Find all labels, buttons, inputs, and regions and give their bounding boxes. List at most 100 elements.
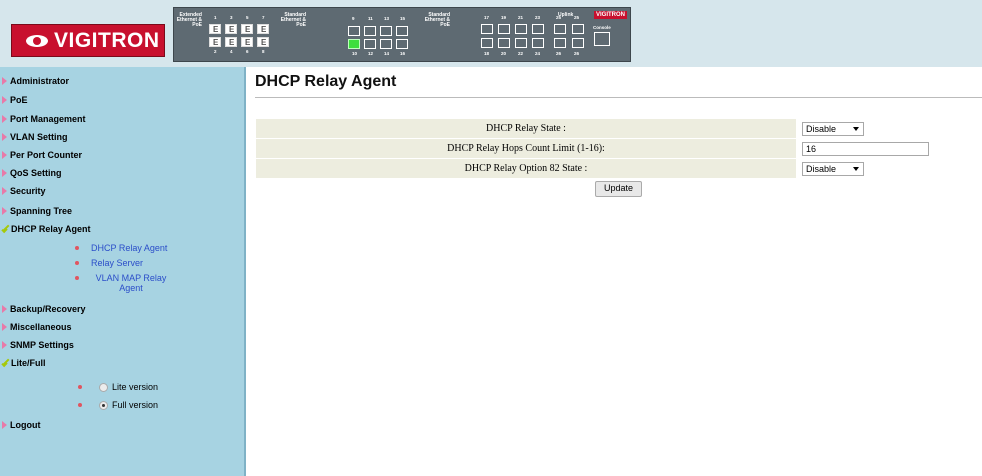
ethernet-port <box>481 24 493 34</box>
port-number: 5 <box>246 15 249 20</box>
sidebar-item-label: Spanning Tree <box>10 205 73 216</box>
lite-version-label: Lite version <box>112 382 159 392</box>
update-button[interactable]: Update <box>594 181 643 197</box>
sidebar-item-backup-recovery[interactable]: Backup/Recovery <box>2 302 86 315</box>
console-label: Console <box>593 25 611 30</box>
ethernet-port <box>572 24 584 34</box>
port-number: 23 <box>535 15 541 20</box>
port-number: 7 <box>262 15 265 20</box>
ethernet-port <box>225 37 237 47</box>
submenu-item-relay-server[interactable]: Relay Server <box>75 258 143 268</box>
port-number: 26 <box>574 51 580 56</box>
sidebar-item-label: VLAN Setting <box>10 131 68 142</box>
lite-version-option[interactable]: Lite version <box>78 381 158 393</box>
group2-label: Standard Ethernet & PoE <box>280 12 306 28</box>
submenu-item-label: DHCP Relay Agent <box>91 243 168 253</box>
sidebar-item-lite-full[interactable]: Lite/Full <box>2 356 46 369</box>
sidebar-item-label: Security <box>10 185 46 196</box>
page-title: DHCP Relay Agent <box>255 73 397 90</box>
sidebar-item-miscellaneous[interactable]: Miscellaneous <box>2 320 72 333</box>
dhcp-relay-form: DHCP Relay State : Disable DHCP Relay Ho… <box>255 118 982 200</box>
sidebar-nav: Administrator PoE Port Management VLAN Sett… <box>0 67 246 476</box>
sidebar-item-poe[interactable]: PoE <box>2 93 28 106</box>
option82-state-select[interactable]: Disable <box>802 161 864 176</box>
sidebar-item-label: Administrator <box>10 75 70 86</box>
hops-limit-label: DHCP Relay Hops Count Limit (1-16): <box>255 138 797 159</box>
port-number: 9 <box>352 16 355 21</box>
ethernet-port <box>380 39 392 49</box>
sidebar-item-snmp-settings[interactable]: SNMP Settings <box>2 338 74 351</box>
sidebar-item-port-management[interactable]: Port Management <box>2 112 86 125</box>
port-number: 6 <box>246 49 249 54</box>
port-number: 19 <box>501 15 507 20</box>
checkmark-icon <box>2 225 10 233</box>
sidebar-item-spanning-tree[interactable]: Spanning Tree <box>2 204 72 217</box>
port-number: 10 <box>352 51 358 56</box>
sidebar-item-logout[interactable]: Logout <box>2 418 41 431</box>
sidebar-item-label: Miscellaneous <box>10 321 72 332</box>
sidebar-item-label: DHCP Relay Agent <box>11 223 91 234</box>
ethernet-port <box>225 24 237 34</box>
sidebar-item-qos-setting[interactable]: QoS Setting <box>2 166 62 179</box>
dropdown-caret-icon <box>853 166 859 171</box>
sidebar-item-label: Per Port Counter <box>10 149 83 160</box>
ethernet-port <box>348 39 360 49</box>
ethernet-port <box>572 38 584 48</box>
ethernet-port <box>396 39 408 49</box>
port-number: 14 <box>384 51 390 56</box>
port-number: 24 <box>535 51 541 56</box>
sidebar-item-label: QoS Setting <box>10 167 62 178</box>
form-row: DHCP Relay Hops Count Limit (1-16): 16 <box>255 138 982 159</box>
port-number: 17 <box>484 15 490 20</box>
bullet-icon <box>78 385 82 389</box>
header-banner: VIGITRON Extended Ethernet & PoE Standar… <box>0 0 982 67</box>
port-number: 21 <box>518 15 524 20</box>
lite-version-radio[interactable] <box>99 382 108 392</box>
arrow-right-icon <box>2 114 7 123</box>
arrow-right-icon <box>2 132 7 141</box>
port-number: 2 <box>214 49 217 54</box>
sidebar-item-vlan-setting[interactable]: VLAN Setting <box>2 130 68 143</box>
sidebar-item-label: SNMP Settings <box>10 339 74 350</box>
submenu-item-label: Relay Server <box>91 258 144 268</box>
full-version-radio[interactable] <box>99 400 108 410</box>
ethernet-port <box>396 26 408 36</box>
sidebar-item-per-port-counter[interactable]: Per Port Counter <box>2 148 82 161</box>
port-number: 22 <box>518 51 524 56</box>
sidebar-item-label: Logout <box>10 419 41 430</box>
sidebar-item-security[interactable]: Security <box>2 184 46 197</box>
ethernet-port <box>380 26 392 36</box>
hops-limit-input[interactable]: 16 <box>802 141 929 156</box>
submenu-item-vlan-map-relay-agent[interactable]: VLAN MAP Relay Agent <box>75 273 171 293</box>
sidebar-item-label: Port Management <box>10 113 86 124</box>
eye-icon <box>26 34 48 47</box>
ethernet-port <box>241 24 253 34</box>
bullet-icon <box>78 403 82 407</box>
port-number: 18 <box>484 51 490 56</box>
ethernet-port <box>554 24 566 34</box>
ethernet-port <box>209 37 221 47</box>
port-number: 13 <box>384 16 390 21</box>
sidebar-item-administrator[interactable]: Administrator <box>2 74 69 87</box>
port-number: 26 <box>556 51 562 56</box>
relay-state-select[interactable]: Disable <box>802 121 864 136</box>
ethernet-port <box>498 38 510 48</box>
port-number: 15 <box>400 16 406 21</box>
option82-state-label: DHCP Relay Option 82 State : <box>255 158 797 179</box>
relay-state-value: Disable <box>806 123 837 134</box>
ethernet-port <box>209 24 221 34</box>
group1-label: Extended Ethernet & PoE <box>176 12 202 28</box>
sidebar-item-dhcp-relay-agent[interactable]: DHCP Relay Agent <box>2 222 91 235</box>
ethernet-port <box>481 38 493 48</box>
submenu-item-label: VLAN MAP Relay Agent <box>95 273 167 293</box>
arrow-right-icon <box>2 304 7 313</box>
port-number: 25 <box>556 15 562 20</box>
full-version-option[interactable]: Full version <box>78 399 158 411</box>
submenu-item-dhcp-relay-agent[interactable]: DHCP Relay Agent <box>75 243 167 253</box>
switch-front-panel: Extended Ethernet & PoE Standard Etherne… <box>173 7 631 62</box>
brand-badge: VIGITRON <box>594 11 627 19</box>
port-number: 16 <box>400 51 406 56</box>
ethernet-port <box>364 39 376 49</box>
port-number: 20 <box>501 51 507 56</box>
arrow-right-icon <box>2 186 7 195</box>
